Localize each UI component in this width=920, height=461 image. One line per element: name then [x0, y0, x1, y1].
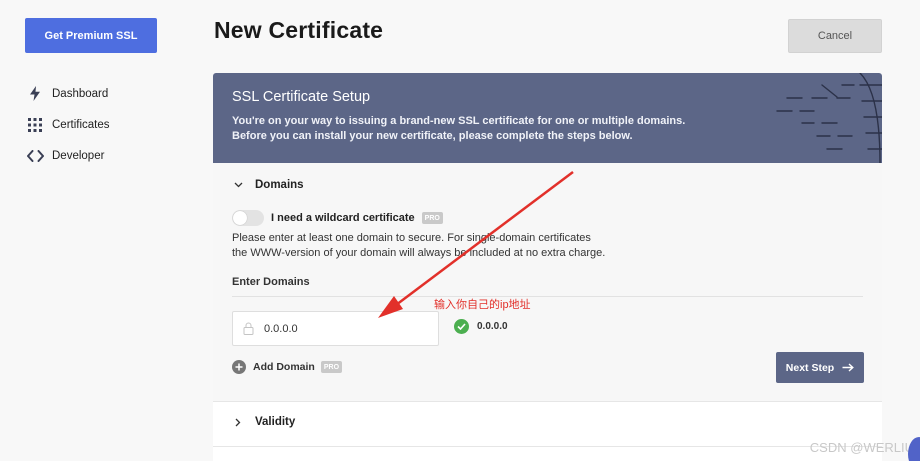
wildcard-row: I need a wildcard certificate PRO — [232, 210, 443, 226]
pro-badge: PRO — [320, 361, 343, 373]
domain-input[interactable] — [264, 322, 424, 335]
sidebar-item-dashboard[interactable]: Dashboard — [25, 78, 185, 109]
chevron-right-icon — [232, 418, 244, 427]
domain-input-wrapper — [232, 311, 439, 346]
watermark: CSDN @WERLIU — [809, 440, 914, 455]
helper-line2: the WWW-version of your domain will alwa… — [232, 247, 606, 259]
chevron-down-icon — [232, 182, 244, 188]
lock-icon — [243, 322, 255, 336]
add-domain-button[interactable]: Add Domain PRO — [232, 360, 343, 374]
cancel-button[interactable]: Cancel — [788, 19, 882, 53]
sidebar-nav: Dashboard Certificates Developer — [25, 78, 185, 171]
divider — [232, 296, 863, 297]
arrow-right-icon — [842, 363, 855, 372]
domains-content: Domains I need a wildcard certificate PR… — [213, 73, 882, 461]
annotation-text: 输入你自己的ip地址 — [434, 299, 531, 311]
domains-helper-text: Please enter at least one domain to secu… — [232, 231, 652, 261]
next-step-label: Next Step — [785, 361, 835, 374]
grid-icon — [25, 117, 45, 133]
sidebar-item-label: Certificates — [52, 118, 110, 131]
code-icon — [25, 148, 45, 164]
domains-section-toggle[interactable]: Domains — [232, 179, 304, 191]
validity-section-toggle[interactable]: Validity — [232, 416, 295, 428]
wildcard-label: I need a wildcard certificate — [271, 212, 415, 224]
wildcard-toggle[interactable] — [232, 210, 264, 226]
bolt-icon — [25, 86, 45, 102]
plus-circle-icon — [232, 360, 246, 374]
pro-badge: PRO — [421, 212, 443, 224]
check-circle-icon — [454, 319, 469, 334]
page-title: New Certificate — [214, 17, 384, 43]
get-premium-ssl-button[interactable]: Get Premium SSL — [25, 18, 157, 53]
helper-line1: Please enter at least one domain to secu… — [232, 232, 591, 244]
next-step-button[interactable]: Next Step — [776, 352, 864, 383]
sidebar-item-label: Dashboard — [52, 87, 109, 100]
add-domain-label: Add Domain — [253, 361, 315, 373]
validity-section-title: Validity — [255, 416, 296, 428]
sidebar-item-certificates[interactable]: Certificates — [25, 109, 185, 140]
enter-domains-label: Enter Domains — [232, 276, 310, 288]
domains-section-title: Domains — [255, 179, 304, 191]
domain-validation-status: 0.0.0.0 — [454, 319, 508, 334]
validated-domain: 0.0.0.0 — [477, 321, 508, 332]
sidebar-item-label: Developer — [52, 149, 105, 162]
sidebar-item-developer[interactable]: Developer — [25, 140, 185, 171]
